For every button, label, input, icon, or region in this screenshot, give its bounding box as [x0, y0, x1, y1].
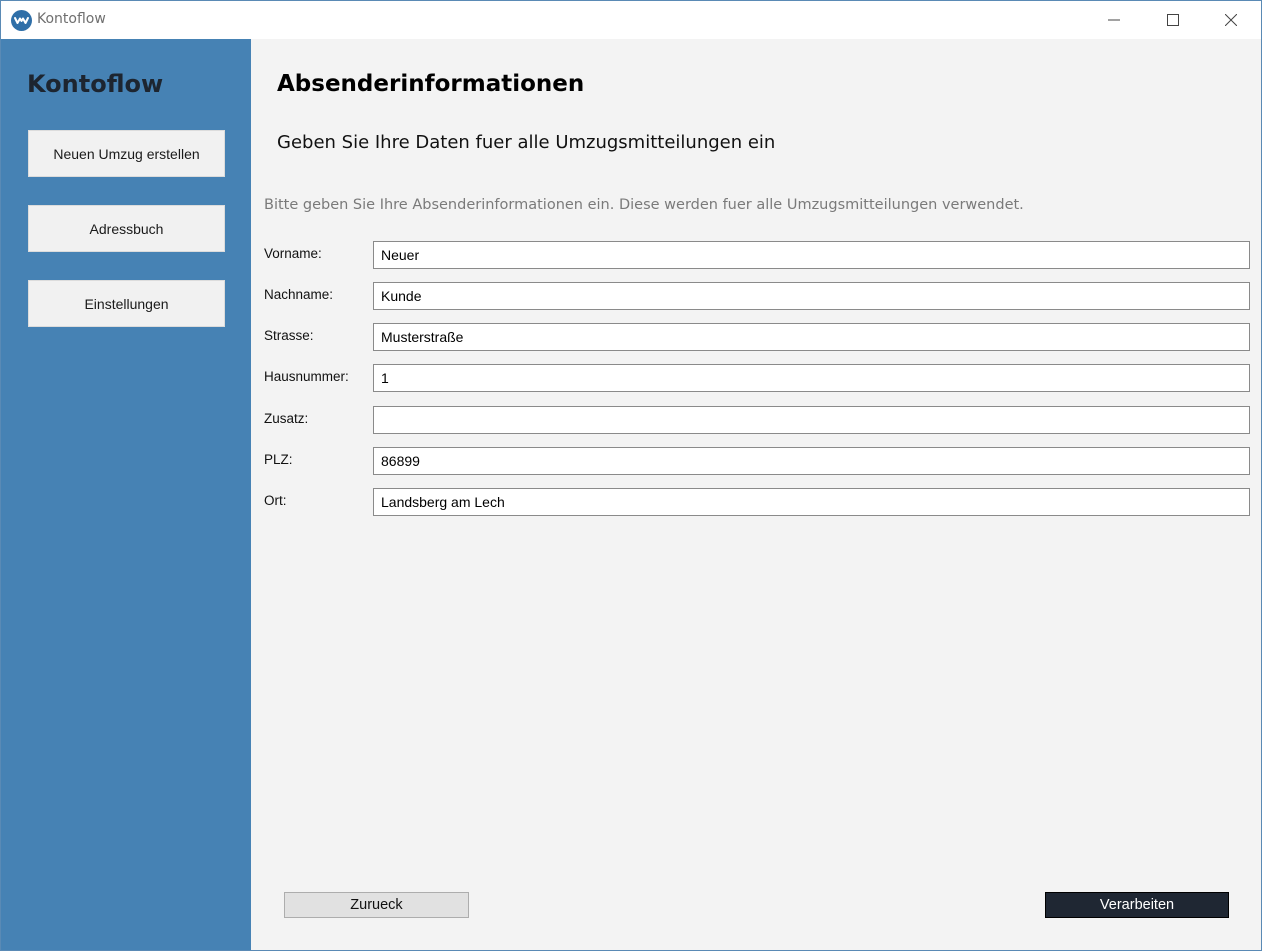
last-name-field[interactable] [373, 282, 1250, 310]
sidebar-brand: Kontoflow [27, 70, 164, 98]
app-window: Kontoflow Kontoflow Neuen Umzug erstelle… [0, 0, 1262, 951]
city-field[interactable] [373, 488, 1250, 516]
close-button[interactable] [1202, 1, 1260, 39]
address-book-button[interactable]: Adressbuch [28, 205, 225, 252]
minimize-icon [1108, 11, 1120, 30]
house-number-label: Hausnummer: [264, 369, 349, 384]
close-icon [1224, 11, 1238, 30]
postal-code-field[interactable] [373, 447, 1250, 475]
addition-field[interactable] [373, 406, 1250, 434]
hint-text: Bitte geben Sie Ihre Absenderinformation… [264, 197, 1024, 213]
first-name-label: Vorname: [264, 246, 322, 261]
settings-button[interactable]: Einstellungen [28, 280, 225, 327]
minimize-button[interactable] [1085, 1, 1143, 39]
postal-code-label: PLZ: [264, 452, 293, 467]
last-name-label: Nachname: [264, 287, 334, 302]
first-name-field[interactable] [373, 241, 1250, 269]
kontoflow-logo-icon [11, 10, 32, 31]
city-label: Ort: [264, 493, 287, 508]
street-label: Strasse: [264, 328, 314, 343]
back-button[interactable]: Zurueck [284, 892, 469, 918]
title-bar[interactable]: Kontoflow [1, 1, 1261, 39]
street-field[interactable] [373, 323, 1250, 351]
maximize-button[interactable] [1144, 1, 1202, 39]
house-number-field[interactable] [373, 364, 1250, 392]
process-button[interactable]: Verarbeiten [1045, 892, 1229, 918]
window-title: Kontoflow [37, 11, 106, 27]
page-subtitle: Geben Sie Ihre Daten fuer alle Umzugsmit… [277, 132, 776, 153]
page-title: Absenderinformationen [277, 71, 585, 97]
sidebar: Kontoflow Neuen Umzug erstellen Adressbu… [1, 39, 251, 950]
main-content: Absenderinformationen Geben Sie Ihre Dat… [251, 39, 1261, 950]
new-move-button[interactable]: Neuen Umzug erstellen [28, 130, 225, 177]
maximize-icon [1167, 11, 1179, 30]
addition-label: Zusatz: [264, 411, 309, 426]
